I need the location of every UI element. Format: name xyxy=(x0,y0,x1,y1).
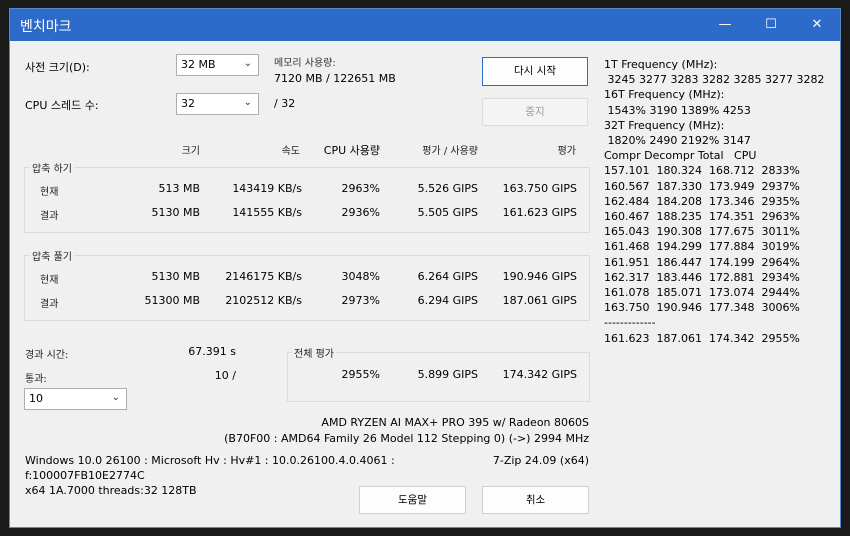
dict-size-select[interactable]: 32 MB ⌄ xyxy=(176,54,259,76)
log-line: 1543% 3190 1389% 4253 xyxy=(604,103,751,117)
benchmark-log: 1T Frequency (MHz): 3245 3277 3283 3282 … xyxy=(604,57,824,346)
row-rating: 190.946 GIPS xyxy=(502,270,577,283)
memory-value: 7120 MB / 122651 MB xyxy=(274,72,396,85)
chevron-down-icon: ⌄ xyxy=(243,58,252,69)
total-rating: 174.342 GIPS xyxy=(502,368,577,381)
row-cpu: 2973% xyxy=(341,294,380,307)
log-line: 161.951 186.447 174.199 2964% xyxy=(604,255,800,269)
threads-value: 32 xyxy=(181,97,195,110)
log-line: ------------- xyxy=(604,316,656,330)
log-line: 160.467 188.235 174.351 2963% xyxy=(604,210,800,224)
log-line: Compr Decompr Total CPU xyxy=(604,149,757,163)
row-cpu: 2963% xyxy=(341,182,380,195)
stop-button[interactable]: 중지 xyxy=(482,98,588,126)
maximize-icon[interactable]: ☐ xyxy=(748,9,794,41)
window-title: 벤치마크 xyxy=(20,19,72,35)
row-name: 결과 xyxy=(40,299,59,310)
log-line: 161.078 185.071 173.074 2944% xyxy=(604,286,800,300)
row-size: 5130 MB xyxy=(151,270,200,283)
log-line: 32T Frequency (MHz): xyxy=(604,118,725,132)
row-rating-usage: 6.264 GIPS xyxy=(417,270,478,283)
row-name: 결과 xyxy=(40,211,59,222)
total-cpu: 2955% xyxy=(341,368,380,381)
decompress-group-label: 압축 풀기 xyxy=(30,248,74,263)
close-icon[interactable]: ✕ xyxy=(794,9,840,41)
log-line: 1820% 2490 2192% 3147 xyxy=(604,134,751,148)
arch-info: x64 1A.7000 threads:32 128TB xyxy=(25,484,197,497)
row-rating-usage: 5.505 GIPS xyxy=(417,206,478,219)
row-rating: 163.750 GIPS xyxy=(502,182,577,195)
compress-group xyxy=(24,167,590,233)
row-name: 현재 xyxy=(40,187,59,198)
os-features: f:100007FB10E2774C xyxy=(25,469,145,482)
row-rating-usage: 5.526 GIPS xyxy=(417,182,478,195)
log-line: 162.484 184.208 173.346 2935% xyxy=(604,194,800,208)
passes-select-value: 10 xyxy=(29,392,43,405)
row-rating-usage: 6.294 GIPS xyxy=(417,294,478,307)
log-line: 3245 3277 3283 3282 3285 3277 3282 xyxy=(604,73,825,87)
minimize-icon[interactable]: — xyxy=(702,9,748,41)
log-line: 161.623 187.061 174.342 2955% xyxy=(604,331,800,345)
log-line: 163.750 190.946 177.348 3006% xyxy=(604,301,800,315)
row-speed: 2102512 KB/s xyxy=(225,294,302,307)
log-line: 1T Frequency (MHz): xyxy=(604,58,718,71)
row-rating: 161.623 GIPS xyxy=(502,206,577,219)
row-size: 5130 MB xyxy=(151,206,200,219)
cpu-details: (B70F00 : AMD64 Family 26 Model 112 Step… xyxy=(224,432,589,445)
row-rating: 187.061 GIPS xyxy=(502,294,577,307)
row-speed: 143419 KB/s xyxy=(232,182,302,195)
compress-group-label: 압축 하기 xyxy=(30,160,74,175)
elapsed-value: 67.391 s xyxy=(188,345,236,358)
row-size: 51300 MB xyxy=(144,294,200,307)
cancel-button[interactable]: 취소 xyxy=(482,486,589,514)
header-rating: 평가 xyxy=(557,146,576,157)
row-cpu: 2936% xyxy=(341,206,380,219)
passes-value: 10 / xyxy=(214,369,236,382)
header-size: 크기 xyxy=(181,146,200,157)
version-info: 7-Zip 24.09 (x64) xyxy=(492,454,589,467)
row-speed: 2146175 KB/s xyxy=(225,270,302,283)
decompress-group xyxy=(24,255,590,321)
dict-size-value: 32 MB xyxy=(181,58,216,71)
cpu-name: AMD RYZEN AI MAX+ PRO 395 w/ Radeon 8060… xyxy=(321,416,589,429)
restart-button[interactable]: 다시 시작 xyxy=(482,57,588,86)
passes-label: 통과: xyxy=(25,374,47,385)
row-name: 현재 xyxy=(40,275,59,286)
log-line: 160.567 187.330 173.949 2937% xyxy=(604,179,800,193)
log-line: 165.043 190.308 177.675 3011% xyxy=(604,225,800,239)
chevron-down-icon: ⌄ xyxy=(243,97,252,108)
header-cpu: CPU 사용량 xyxy=(323,144,380,157)
elapsed-label: 경과 시간: xyxy=(25,350,69,361)
total-rating-usage: 5.899 GIPS xyxy=(417,368,478,381)
title-bar: 벤치마크 — ☐ ✕ xyxy=(10,9,840,41)
benchmark-window: 벤치마크 — ☐ ✕ 사전 크기(D): 32 MB ⌄ CPU 스레드 수: … xyxy=(9,8,841,528)
os-info: Windows 10.0 26100 : Microsoft Hv : Hv#1… xyxy=(25,454,395,467)
memory-label: 메모리 사용량: xyxy=(274,58,336,69)
threads-select[interactable]: 32 ⌄ xyxy=(176,93,259,115)
row-size: 513 MB xyxy=(158,182,200,195)
help-button[interactable]: 도움말 xyxy=(359,486,466,514)
chevron-down-icon: ⌄ xyxy=(111,392,120,403)
log-line: 161.468 194.299 177.884 3019% xyxy=(604,240,800,254)
header-rating-usage: 평가 / 사용량 xyxy=(422,146,478,157)
dict-size-label: 사전 크기(D): xyxy=(25,61,90,74)
threads-label: CPU 스레드 수: xyxy=(25,99,99,112)
threads-total: / 32 xyxy=(274,97,296,110)
passes-select[interactable]: 10 ⌄ xyxy=(24,388,127,410)
log-line: 16T Frequency (MHz): xyxy=(604,88,725,102)
log-line: 157.101 180.324 168.712 2833% xyxy=(604,164,800,178)
row-cpu: 3048% xyxy=(341,270,380,283)
total-rating-label: 전체 평가 xyxy=(292,345,336,360)
log-line: 162.317 183.446 172.881 2934% xyxy=(604,270,800,284)
row-speed: 141555 KB/s xyxy=(232,206,302,219)
